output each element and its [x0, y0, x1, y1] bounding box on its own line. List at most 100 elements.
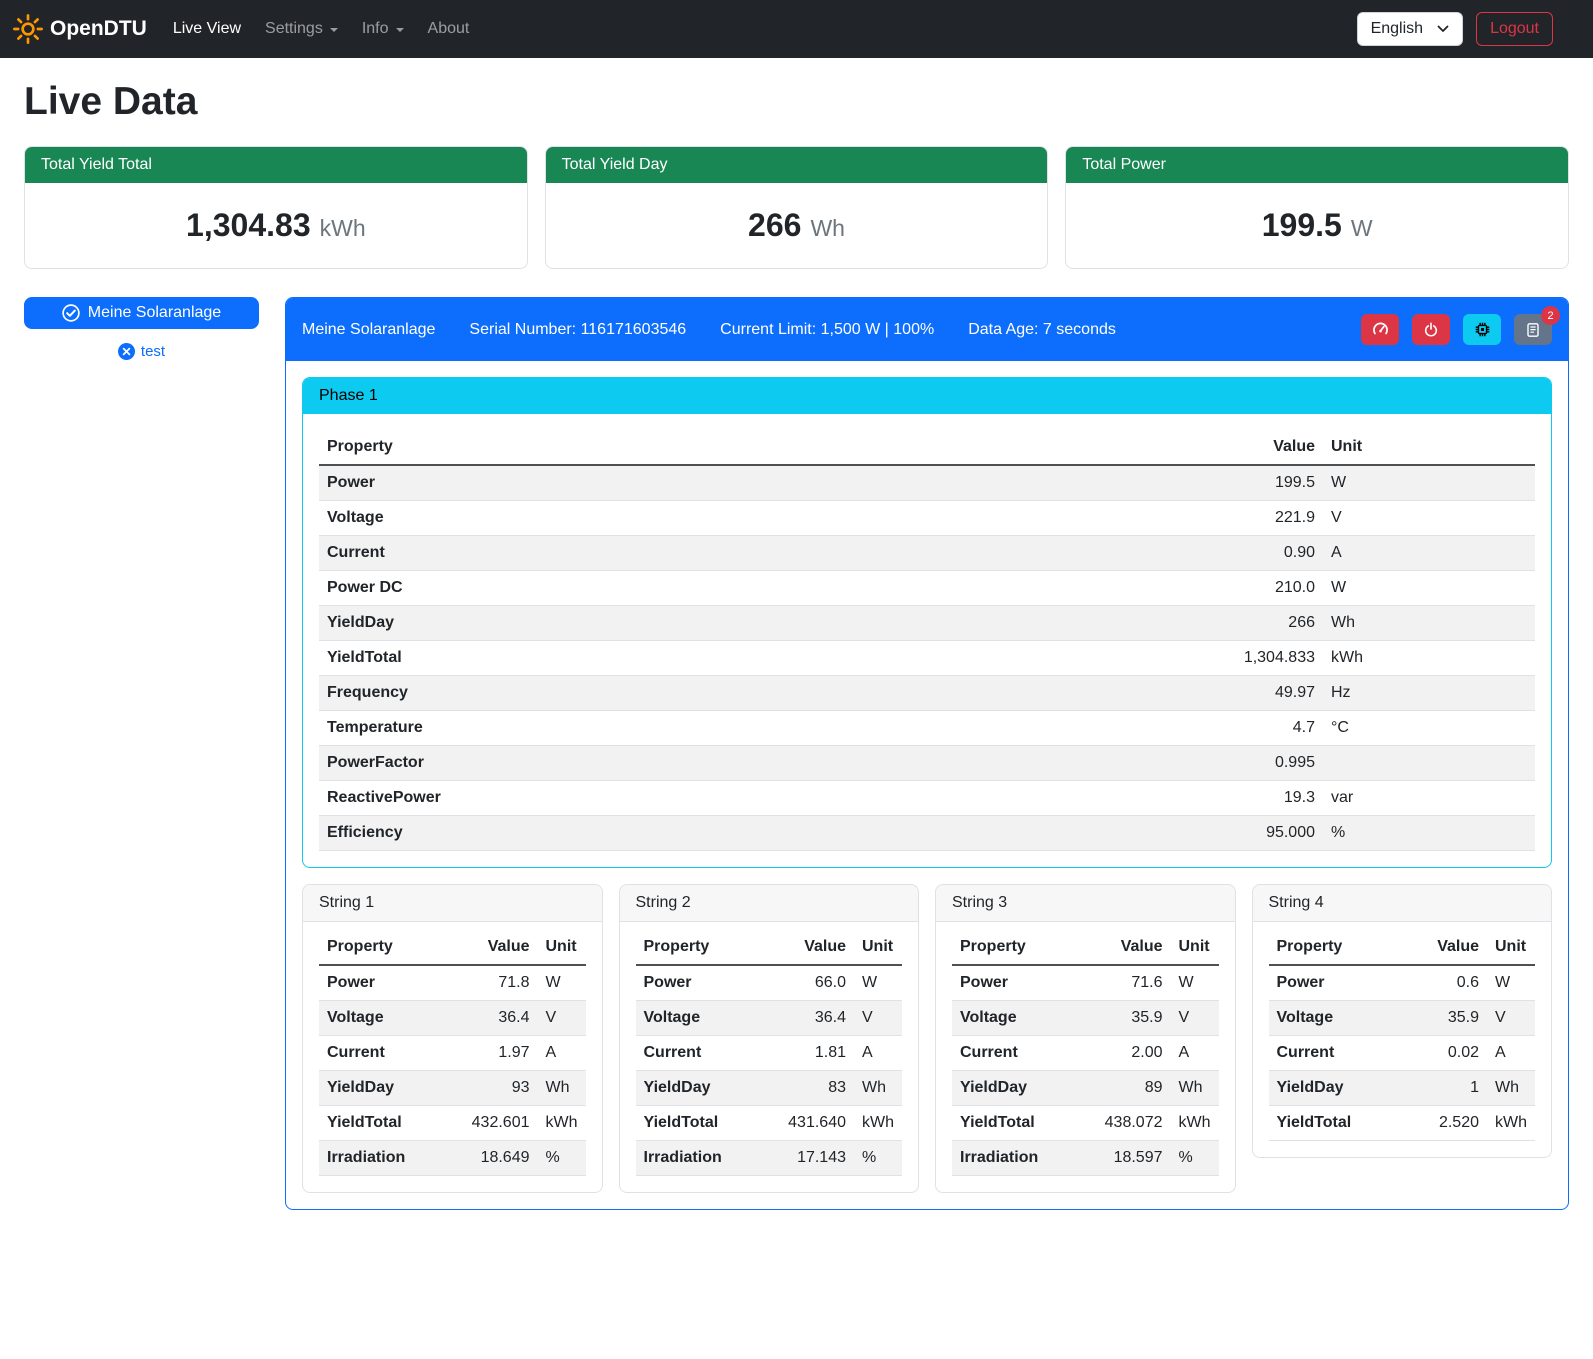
table-row: Frequency49.97Hz	[319, 676, 1535, 711]
logout-button[interactable]: Logout	[1476, 12, 1553, 46]
nav-item-live-view[interactable]: Live View	[161, 12, 253, 46]
string-table: PropertyValueUnitPower71.6WVoltage35.9VC…	[952, 930, 1219, 1176]
unit-cell: %	[538, 1141, 586, 1176]
value-cell: 49.97	[1173, 676, 1323, 711]
value-cell: 71.6	[1097, 965, 1171, 1001]
power-settings-button[interactable]	[1412, 314, 1450, 345]
property-cell: Power	[319, 465, 1173, 501]
property-cell: YieldDay	[319, 606, 1173, 641]
total-yield-day-card: Total Yield Day 266 Wh	[545, 146, 1049, 269]
property-cell: Power	[1269, 965, 1414, 1001]
event-log-button[interactable]: 2	[1514, 314, 1552, 345]
table-header-row: PropertyValueUnit	[319, 930, 586, 965]
unit-cell: W	[1323, 571, 1535, 606]
inverter-item-test[interactable]: test	[24, 343, 259, 360]
value-cell: 18.649	[464, 1141, 538, 1176]
value-cell: 18.597	[1097, 1141, 1171, 1176]
property-cell: Power DC	[319, 571, 1173, 606]
value-cell: 35.9	[1413, 1001, 1487, 1036]
nav-item-info[interactable]: Info	[350, 12, 416, 46]
device-info-button[interactable]	[1463, 314, 1501, 345]
inverter-serial: Serial Number: 116171603546	[469, 321, 686, 339]
inverter-select-button[interactable]: Meine Solaranlage	[24, 297, 259, 329]
page-title: Live Data	[24, 80, 1569, 124]
value-cell: 17.143	[780, 1141, 854, 1176]
value-cell: 431.640	[780, 1106, 854, 1141]
table-row: YieldDay93Wh	[319, 1071, 586, 1106]
inverter-item-label: test	[141, 343, 165, 360]
inverter-sidebar: Meine Solaranlage test	[24, 297, 259, 360]
string-card-title: String 1	[303, 885, 602, 922]
unit-cell: Wh	[854, 1071, 902, 1106]
property-cell: YieldTotal	[1269, 1106, 1414, 1141]
brand[interactable]: OpenDTU	[12, 13, 147, 45]
property-cell: Voltage	[636, 1001, 781, 1036]
unit-cell: kWh	[1487, 1106, 1535, 1141]
table-header-row: PropertyValueUnit	[636, 930, 903, 965]
value-cell: 432.601	[464, 1106, 538, 1141]
table-row: Current1.81A	[636, 1036, 903, 1071]
value-cell: 4.7	[1173, 711, 1323, 746]
column-header: Property	[1269, 930, 1414, 965]
strings-row: String 1PropertyValueUnitPower71.8WVolta…	[302, 884, 1552, 1193]
string-table: PropertyValueUnitPower0.6WVoltage35.9VCu…	[1269, 930, 1536, 1141]
inverter-card-header: Meine Solaranlage Serial Number: 1161716…	[286, 298, 1568, 361]
card-title: Total Power	[1066, 147, 1568, 183]
property-cell: Irradiation	[952, 1141, 1097, 1176]
table-row: Temperature4.7°C	[319, 711, 1535, 746]
string-table: PropertyValueUnitPower66.0WVoltage36.4VC…	[636, 930, 903, 1176]
language-select[interactable]: English	[1357, 12, 1463, 46]
inverter-card-body: Phase 1 Property Value Unit Power199.5WV…	[286, 361, 1568, 1209]
nav-item-about[interactable]: About	[416, 12, 482, 46]
property-cell: YieldTotal	[952, 1106, 1097, 1141]
nav-links: Live View Settings Info About	[161, 12, 482, 46]
journal-icon	[1525, 322, 1541, 338]
column-header: Property	[952, 930, 1097, 965]
value-cell: 1.97	[464, 1036, 538, 1071]
value-cell: 0.6	[1413, 965, 1487, 1001]
property-cell: YieldDay	[1269, 1071, 1414, 1106]
property-cell: Power	[636, 965, 781, 1001]
property-cell: Voltage	[319, 1001, 464, 1036]
card-value: 1,304.83	[186, 207, 311, 244]
unit-cell: %	[1171, 1141, 1219, 1176]
card-value: 266	[748, 207, 801, 244]
property-cell: Voltage	[319, 501, 1173, 536]
table-row: Voltage35.9V	[1269, 1001, 1536, 1036]
total-power-card: Total Power 199.5 W	[1065, 146, 1569, 269]
unit-cell: var	[1323, 781, 1535, 816]
unit-cell: Wh	[538, 1071, 586, 1106]
card-unit: Wh	[810, 215, 845, 242]
unit-cell: Wh	[1171, 1071, 1219, 1106]
column-header: Property	[636, 930, 781, 965]
table-row: Power66.0W	[636, 965, 903, 1001]
limit-settings-button[interactable]	[1361, 314, 1399, 345]
check-circle-icon	[62, 304, 80, 322]
value-cell: 0.90	[1173, 536, 1323, 571]
inverter-data-age: Data Age: 7 seconds	[968, 321, 1116, 339]
column-header: Unit	[1487, 930, 1535, 965]
property-cell: Current	[319, 1036, 464, 1071]
table-header-row: PropertyValueUnit	[1269, 930, 1536, 965]
table-row: Power71.6W	[952, 965, 1219, 1001]
string-card: String 1PropertyValueUnitPower71.8WVolta…	[302, 884, 603, 1193]
unit-cell: %	[1323, 816, 1535, 851]
nav-item-settings[interactable]: Settings	[253, 12, 350, 46]
value-cell: 35.9	[1097, 1001, 1171, 1036]
property-cell: Irradiation	[636, 1141, 781, 1176]
power-icon	[1423, 322, 1439, 338]
unit-cell: kWh	[538, 1106, 586, 1141]
unit-cell: V	[1323, 501, 1535, 536]
value-cell: 438.072	[1097, 1106, 1171, 1141]
unit-cell: W	[1171, 965, 1219, 1001]
value-cell: 1	[1413, 1071, 1487, 1106]
navbar-right: English Logout	[1357, 12, 1553, 46]
unit-cell: A	[1487, 1036, 1535, 1071]
value-cell: 1,304.833	[1173, 641, 1323, 676]
value-cell: 199.5	[1173, 465, 1323, 501]
string-card-title: String 3	[936, 885, 1235, 922]
unit-cell: kWh	[1171, 1106, 1219, 1141]
unit-cell: A	[538, 1036, 586, 1071]
table-row: PowerFactor0.995	[319, 746, 1535, 781]
column-header: Value	[464, 930, 538, 965]
